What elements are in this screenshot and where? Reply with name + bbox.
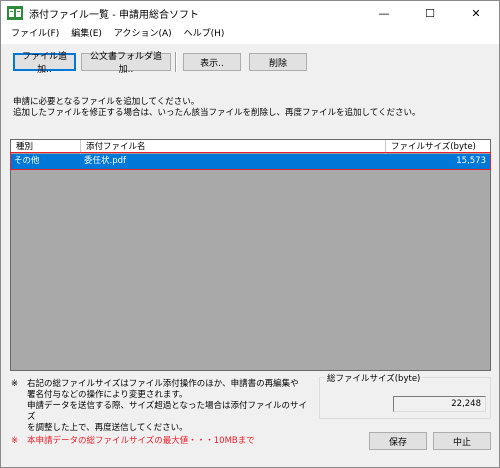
menu-edit[interactable]: 編集(E)	[65, 25, 108, 44]
note-line: 署名付与などの操作により変更されます。	[27, 390, 188, 400]
note-line: を調整した上で、再度送信してください。	[27, 423, 188, 433]
attachment-list-window: 添付ファイル一覧 - 申請用総合ソフト — ☐ ✕ ファイル(F) 編集(E) …	[0, 0, 500, 468]
close-button[interactable]: ✕	[453, 1, 499, 25]
instructions: 申請に必要となるファイルを追加してください。 追加したファイルを修正する場合は、…	[13, 97, 421, 119]
add-official-folder-button[interactable]: 公文書フォルダ追加..	[81, 52, 171, 75]
menu-file[interactable]: ファイル(F)	[5, 25, 65, 44]
table-row[interactable]: その他 委任状.pdf 15,573	[11, 154, 490, 169]
total-size-label: 総ファイルサイズ(byte)	[325, 372, 423, 384]
warning-mark: ※	[11, 436, 19, 446]
note-mark: ※	[11, 379, 19, 389]
instruction-line: 追加したファイルを修正する場合は、いったん該当ファイルを削除し、再度ファイルを追…	[13, 108, 421, 118]
app-icon	[7, 6, 23, 20]
column-header-type[interactable]: 種別	[11, 140, 81, 154]
maximize-button[interactable]: ☐	[407, 1, 453, 25]
menu-action[interactable]: アクション(A)	[108, 25, 178, 44]
maximize-icon: ☐	[425, 6, 435, 20]
toolbar-separator	[175, 52, 177, 72]
cancel-button[interactable]: 中止	[433, 432, 491, 450]
window-title: 添付ファイル一覧 - 申請用総合ソフト	[29, 9, 199, 21]
title-bar[interactable]: 添付ファイル一覧 - 申請用総合ソフト — ☐ ✕	[1, 1, 499, 25]
total-size-value: 22,248	[393, 396, 486, 412]
add-file-button[interactable]: ファイル追加..	[13, 52, 76, 75]
notes: ※ 右記の総ファイルサイズはファイル添付操作のほか、申請書の再編集や 署名付与な…	[11, 379, 311, 447]
instruction-line: 申請に必要となるファイルを追加してください。	[13, 97, 200, 107]
close-icon: ✕	[471, 6, 481, 20]
grid-header: 種別 添付ファイル名 ファイルサイズ(byte)	[11, 140, 490, 154]
column-header-filesize[interactable]: ファイルサイズ(byte)	[386, 140, 490, 154]
size-limit-warning: 本申請データの総ファイルサイズの最大値・・・10MBまで	[27, 436, 255, 446]
attachment-grid[interactable]: 種別 添付ファイル名 ファイルサイズ(byte) その他 委任状.pdf 15,…	[10, 139, 491, 371]
menu-help[interactable]: ヘルプ(H)	[178, 25, 231, 44]
delete-button[interactable]: 削除	[249, 53, 307, 71]
save-button[interactable]: 保存	[369, 432, 427, 450]
minimize-icon: —	[378, 6, 390, 20]
cell-type: その他	[14, 156, 40, 166]
total-size-group: 総ファイルサイズ(byte) 22,248	[319, 372, 491, 419]
note-line: 右記の総ファイルサイズはファイル添付操作のほか、申請書の再編集や	[27, 379, 299, 389]
cell-filesize: 15,573	[456, 156, 486, 166]
view-button[interactable]: 表示..	[183, 53, 241, 71]
note-line: 申請データを送信する際、サイズ超過となった場合は添付ファイルのサイズ	[27, 401, 307, 422]
cell-filename: 委任状.pdf	[84, 156, 126, 166]
window-controls: — ☐ ✕	[361, 1, 499, 25]
column-header-filename[interactable]: 添付ファイル名	[81, 140, 386, 154]
menu-bar: ファイル(F) 編集(E) アクション(A) ヘルプ(H)	[1, 25, 499, 44]
minimize-button[interactable]: —	[361, 1, 407, 25]
toolbar: ファイル追加.. 公文書フォルダ追加.. 表示.. 削除	[13, 52, 307, 75]
